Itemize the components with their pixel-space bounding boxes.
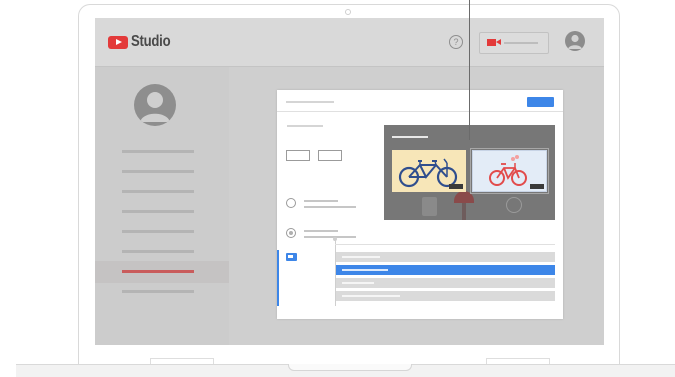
create-button[interactable] bbox=[479, 32, 549, 54]
preview-title-placeholder bbox=[392, 136, 428, 138]
sidebar-item[interactable] bbox=[122, 290, 194, 293]
list-top-divider bbox=[335, 244, 555, 245]
dialog-header-divider bbox=[277, 111, 563, 112]
help-circle-icon[interactable]: ? bbox=[449, 35, 463, 49]
section-active-indicator bbox=[277, 250, 279, 306]
avatar-silhouette-icon bbox=[568, 34, 582, 49]
sidebar-item[interactable] bbox=[122, 230, 194, 233]
background-object bbox=[506, 197, 522, 213]
thumbnail-tandem-bike[interactable] bbox=[392, 150, 466, 192]
list-item[interactable] bbox=[336, 278, 555, 288]
dialog-title-placeholder bbox=[286, 101, 334, 103]
app-name[interactable]: Studio bbox=[131, 33, 171, 51]
radio-option-selected[interactable] bbox=[286, 228, 296, 238]
list-item-label-placeholder bbox=[342, 295, 400, 297]
sidebar-item[interactable] bbox=[122, 250, 194, 253]
list-item-label-placeholder bbox=[342, 256, 380, 258]
section-heading-placeholder bbox=[287, 125, 323, 127]
webcam-dot bbox=[345, 9, 351, 15]
duration-badge bbox=[449, 184, 463, 189]
background-lamp-stand bbox=[462, 203, 466, 220]
laptop-screen: Studio ? bbox=[95, 18, 604, 345]
avatar-silhouette-icon bbox=[140, 92, 170, 122]
sidebar-item[interactable] bbox=[122, 210, 194, 213]
option-chip[interactable] bbox=[286, 150, 310, 161]
list-item-selected[interactable] bbox=[336, 265, 555, 275]
list-item-label-placeholder bbox=[342, 282, 374, 284]
list-item-label-placeholder bbox=[342, 269, 388, 271]
radio-label-placeholder bbox=[304, 200, 338, 202]
save-button[interactable] bbox=[527, 97, 554, 107]
sidebar-item[interactable] bbox=[122, 190, 194, 193]
radio-description-placeholder bbox=[304, 206, 356, 208]
callout-pointer-line bbox=[469, 0, 470, 140]
thumbnail-selection-outline bbox=[470, 148, 549, 194]
radio-label-placeholder bbox=[304, 230, 338, 232]
video-details-dialog bbox=[277, 90, 563, 319]
list-item[interactable] bbox=[336, 252, 555, 262]
background-mug bbox=[422, 197, 437, 216]
sidebar-item[interactable] bbox=[122, 150, 194, 153]
video-camera-icon bbox=[487, 39, 501, 46]
create-label-placeholder bbox=[504, 42, 538, 44]
sidebar-item[interactable] bbox=[122, 170, 194, 173]
radio-option[interactable] bbox=[286, 198, 296, 208]
sidebar-item-active-label bbox=[122, 270, 194, 273]
channel-avatar-icon[interactable] bbox=[134, 84, 176, 126]
sidebar bbox=[95, 67, 229, 345]
youtube-play-icon[interactable] bbox=[108, 36, 128, 49]
playlist-icon[interactable] bbox=[286, 253, 297, 261]
option-chip[interactable] bbox=[318, 150, 342, 161]
radio-description-placeholder bbox=[304, 236, 356, 238]
list-item[interactable] bbox=[336, 291, 555, 301]
laptop-notch bbox=[288, 364, 412, 371]
studio-header: Studio ? bbox=[95, 18, 604, 67]
account-avatar-icon[interactable] bbox=[565, 31, 585, 51]
